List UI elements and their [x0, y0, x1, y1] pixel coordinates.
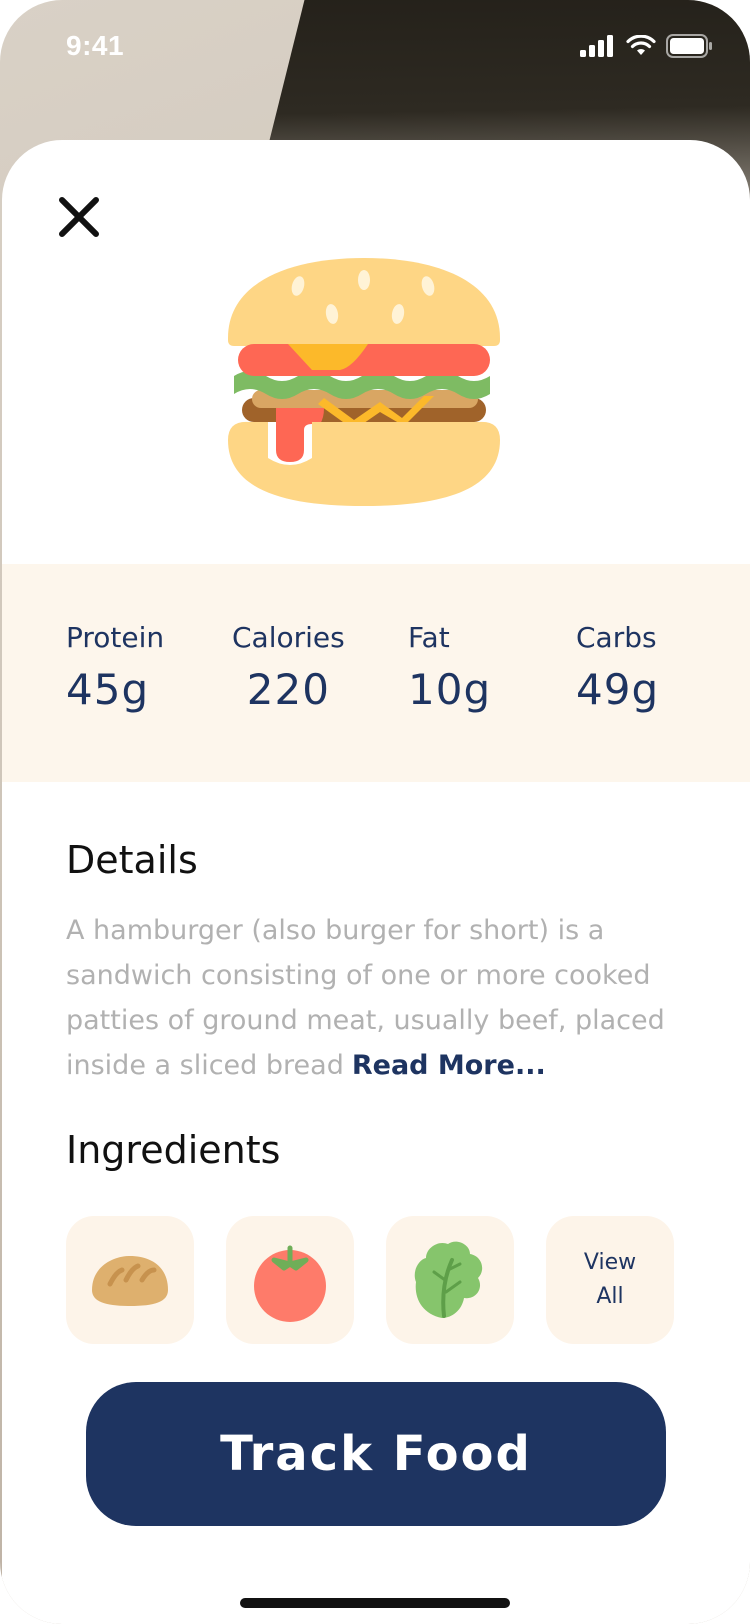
nutrition-summary: Protein 45g Calories 220 Fat 10g Carbs 4…: [2, 564, 750, 782]
macro-protein: Protein 45g: [66, 620, 164, 718]
bread-icon: [92, 1256, 168, 1306]
read-more-link[interactable]: Read More...: [352, 1050, 546, 1081]
home-indicator[interactable]: [240, 1598, 510, 1608]
macro-label: Fat: [408, 621, 450, 654]
ingredients-list: View All: [66, 1216, 674, 1344]
signal-icon: [580, 35, 613, 57]
ingredient-bread[interactable]: [66, 1216, 194, 1344]
tomato-icon: [254, 1245, 326, 1322]
close-icon: [59, 197, 99, 237]
view-all-label-line1: View: [583, 1250, 637, 1275]
view-all-ingredients-button[interactable]: View All: [546, 1216, 674, 1344]
close-button[interactable]: [58, 196, 100, 238]
macro-calories: Calories 220: [232, 620, 345, 718]
macro-value: 220: [246, 665, 330, 714]
status-bar: 9:41: [0, 0, 750, 100]
status-icons: [580, 34, 714, 58]
macro-value: 49g: [576, 665, 660, 714]
macro-fat: Fat 10g: [408, 620, 491, 718]
macro-label: Calories: [232, 621, 345, 654]
status-time: 9:41: [66, 30, 125, 61]
ingredient-lettuce[interactable]: [386, 1216, 514, 1344]
ingredients-heading: Ingredients: [66, 1128, 281, 1172]
lettuce-icon: [414, 1241, 483, 1318]
view-all-label-line2: All: [596, 1284, 624, 1309]
ingredient-tomato[interactable]: [226, 1216, 354, 1344]
wifi-icon: [626, 35, 656, 55]
macro-carbs: Carbs 49g: [576, 620, 659, 718]
track-food-button[interactable]: Track Food: [86, 1382, 666, 1526]
macro-value: 10g: [408, 665, 492, 714]
macro-label: Protein: [66, 621, 165, 654]
macro-label: Carbs: [576, 621, 657, 654]
battery-icon: [666, 34, 712, 58]
macro-value: 45g: [66, 665, 150, 714]
details-description: A hamburger (also burger for short) is a…: [66, 908, 666, 1088]
hamburger-illustration: [228, 258, 500, 506]
details-heading: Details: [66, 838, 198, 882]
phone-frame: 9:41 Protein 45g Calories 220 Fat 10g Ca…: [0, 0, 750, 1624]
